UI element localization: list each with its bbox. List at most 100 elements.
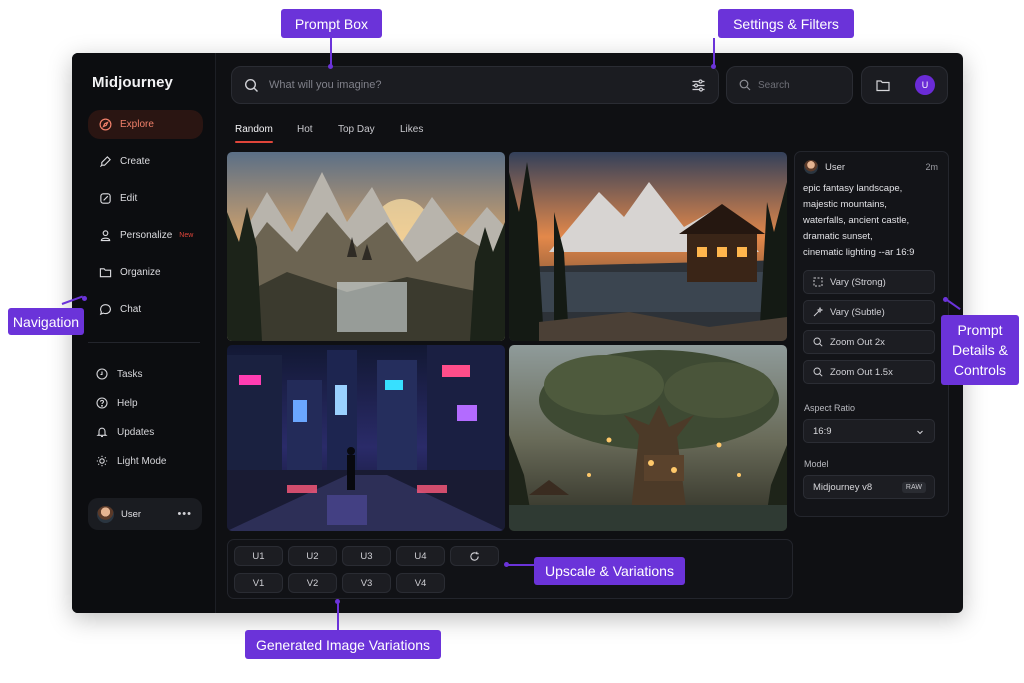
timestamp: 2m — [925, 162, 938, 172]
tab-likes[interactable]: Likes — [400, 124, 423, 135]
upscale-1-button[interactable]: U1 — [234, 546, 283, 566]
folder-icon — [98, 266, 112, 280]
prompt-box[interactable] — [231, 66, 719, 104]
model-select[interactable]: Midjourney v8 RAW — [803, 475, 935, 499]
reroll-button[interactable] — [450, 546, 499, 566]
aspect-ratio-value: 16:9 — [813, 425, 832, 437]
gallery-image-2[interactable] — [509, 152, 787, 341]
user-avatar-button[interactable]: U — [915, 75, 935, 95]
prompt-details-panel: User 2m epic fantasy landscape, majestic… — [794, 151, 949, 517]
sidebar-item-updates[interactable]: Updates — [96, 426, 154, 438]
sidebar-item-tasks[interactable]: Tasks — [96, 368, 143, 380]
variation-1-button[interactable]: V1 — [234, 573, 283, 593]
folder-icon[interactable] — [876, 79, 890, 92]
variation-4-button[interactable]: V4 — [396, 573, 445, 593]
sidebar-item-label: Tasks — [117, 368, 143, 380]
sidebar-item-label: Personalize — [120, 230, 173, 241]
gallery-image-4[interactable] — [509, 345, 787, 531]
sidebar: Midjourney Explore Create Edit Personali… — [72, 53, 216, 613]
more-options-button[interactable]: ••• — [177, 508, 192, 520]
sidebar-item-label: Organize — [120, 267, 161, 278]
sun-icon — [96, 455, 108, 467]
callout-navigation: Navigation — [8, 308, 84, 335]
zoom-icon — [813, 367, 823, 377]
sidebar-item-label: Help — [117, 397, 138, 409]
sidebar-item-label: Create — [120, 156, 151, 167]
model-value: Midjourney v8 — [813, 481, 873, 493]
callout-leader-dot — [504, 562, 509, 567]
sidebar-item-chat[interactable]: Chat — [88, 295, 203, 324]
aspect-ratio-select[interactable]: 16:9 — [803, 419, 935, 443]
callout-leader-dot — [711, 64, 716, 69]
sidebar-item-label: Edit — [120, 193, 138, 204]
detail-user-name: User — [825, 161, 846, 173]
callout-leader-dot — [82, 296, 87, 301]
square-dashed-icon — [813, 277, 823, 287]
gallery-image-3[interactable] — [227, 345, 505, 531]
tab-random[interactable]: Random — [235, 124, 273, 135]
edit-icon — [98, 192, 112, 206]
utility-box: U — [861, 66, 948, 104]
brush-icon — [98, 155, 112, 169]
prompt-input[interactable] — [269, 79, 669, 91]
sidebar-item-label: Light Mode — [117, 455, 167, 467]
control-label: Vary (Strong) — [830, 276, 886, 288]
zoom-icon — [813, 337, 823, 347]
tab-top-day[interactable]: Top Day — [338, 124, 375, 135]
control-label: Vary (Subtle) — [830, 306, 885, 318]
app-window: Midjourney Explore Create Edit Personali… — [72, 53, 963, 613]
callout-leader-dot — [335, 599, 340, 604]
brand-logo[interactable]: Midjourney — [92, 74, 173, 91]
detail-user: User — [804, 160, 845, 174]
zoom-out-2x-button[interactable]: Zoom Out 2x — [803, 330, 935, 354]
search-input[interactable] — [758, 79, 848, 91]
avatar — [97, 505, 114, 523]
callout-leader — [508, 564, 534, 566]
sparkle-icon — [813, 307, 823, 317]
callout-leader-dot — [328, 64, 333, 69]
user-card[interactable]: User ••• — [88, 498, 202, 530]
variation-3-button[interactable]: V3 — [342, 573, 391, 593]
prompt-text: epic fantasy landscape, majestic mountai… — [803, 183, 915, 258]
tab-hot[interactable]: Hot — [297, 124, 313, 135]
control-label: Zoom Out 2x — [830, 336, 885, 348]
gallery-image-1[interactable] — [227, 152, 505, 341]
sidebar-divider — [88, 342, 200, 343]
sidebar-item-explore[interactable]: Explore — [88, 110, 203, 139]
sidebar-item-edit[interactable]: Edit — [88, 184, 203, 213]
settings-sliders-icon[interactable] — [691, 78, 706, 93]
new-badge: New — [179, 232, 194, 239]
sidebar-item-light-mode[interactable]: Light Mode — [96, 455, 166, 467]
bell-icon — [96, 427, 108, 438]
callout-leader-dot — [943, 297, 948, 302]
upscale-variation-panel: U1 U2 U3 U4 V1 V2 V3 V4 — [227, 539, 793, 599]
vary-subtle-button[interactable]: Vary (Subtle) — [803, 300, 935, 324]
sidebar-item-create[interactable]: Create — [88, 147, 203, 176]
callout-leader — [330, 38, 332, 66]
callout-leader — [337, 602, 339, 630]
person-icon — [98, 229, 112, 243]
avatar — [804, 160, 818, 174]
sidebar-item-label: Chat — [120, 304, 142, 315]
vary-strong-button[interactable]: Vary (Strong) — [803, 270, 935, 294]
sidebar-item-label: Explore — [120, 119, 154, 130]
search-icon — [244, 78, 258, 92]
upscale-4-button[interactable]: U4 — [396, 546, 445, 566]
upscale-2-button[interactable]: U2 — [288, 546, 337, 566]
raw-badge[interactable]: RAW — [901, 482, 926, 493]
sidebar-item-label: Updates — [117, 426, 155, 438]
zoom-out-1-5x-button[interactable]: Zoom Out 1.5x — [803, 360, 935, 384]
variation-2-button[interactable]: V2 — [288, 573, 337, 593]
sidebar-item-organize[interactable]: Organize — [88, 258, 203, 287]
callout-prompt-details: Prompt Details & Controls — [941, 315, 1019, 385]
upscale-3-button[interactable]: U3 — [342, 546, 391, 566]
search-icon — [739, 79, 751, 91]
model-label: Model — [804, 459, 829, 469]
search-box[interactable] — [726, 66, 853, 104]
help-icon — [96, 397, 108, 409]
sidebar-item-help[interactable]: Help — [96, 397, 138, 409]
chat-bubble-icon — [98, 303, 112, 317]
tasks-icon — [96, 368, 108, 380]
sidebar-item-personalize[interactable]: Personalize New — [88, 221, 203, 250]
callout-prompt-box: Prompt Box — [281, 9, 382, 38]
